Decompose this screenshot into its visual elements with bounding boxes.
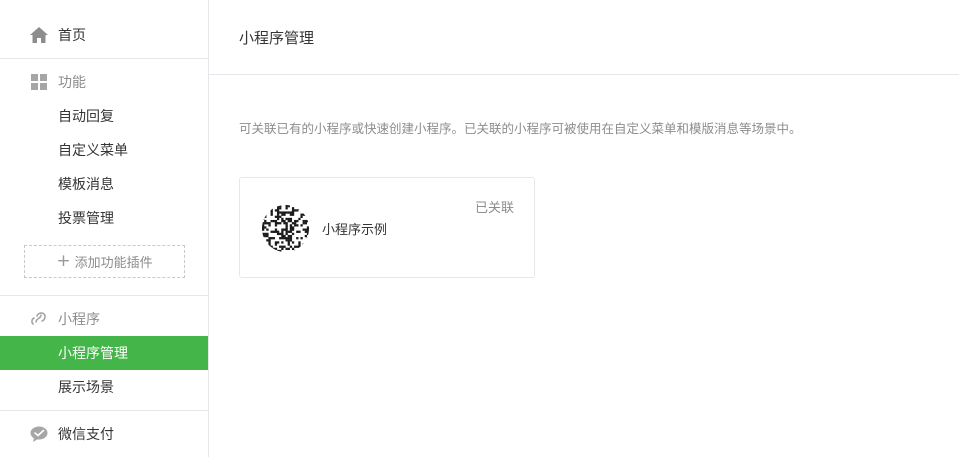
- sidebar-group-label: 小程序: [58, 312, 100, 328]
- status-badge: 已关联: [474, 201, 514, 216]
- qr-code-icon: [262, 205, 309, 252]
- page-description: 可关联已有的小程序或快速创建小程序。已关联的小程序可被使用在自定义菜单和模版消息…: [239, 121, 802, 136]
- sidebar-item-label: 自动回复: [58, 109, 114, 125]
- sidebar-item-label: 小程序管理: [58, 346, 128, 362]
- main-content: 小程序管理 可关联已有的小程序或快速创建小程序。已关联的小程序可被使用在自定义菜…: [209, 0, 959, 457]
- sidebar-group-header-miniprogram: 小程序: [0, 302, 208, 336]
- sidebar-item-custom-menu[interactable]: 自定义菜单: [0, 133, 208, 167]
- grid-icon: [30, 73, 48, 91]
- sidebar-item-wechat-pay[interactable]: 微信支付: [0, 417, 208, 451]
- sidebar-item-miniprogram-management[interactable]: 小程序管理: [0, 336, 208, 370]
- sidebar-item-vote-management[interactable]: 投票管理: [0, 201, 208, 235]
- sidebar-item-display-scene[interactable]: 展示场景: [0, 370, 208, 404]
- sidebar-item-auto-reply[interactable]: 自动回复: [0, 99, 208, 133]
- sidebar-divider: [0, 58, 208, 59]
- plus-icon: +: [56, 251, 71, 271]
- add-plugin-label: 添加功能插件: [74, 256, 153, 271]
- sidebar-item-label: 投票管理: [58, 211, 114, 227]
- sidebar-item-label: 展示场景: [58, 380, 114, 396]
- page-title: 小程序管理: [239, 29, 315, 47]
- add-plugin-button[interactable]: + 添加功能插件: [24, 245, 185, 278]
- sidebar-divider: [0, 295, 208, 296]
- link-icon: [30, 310, 48, 328]
- home-icon: [30, 26, 48, 44]
- sidebar-group-label: 功能: [58, 75, 86, 91]
- sidebar-group-miniprogram: 小程序 小程序管理 展示场景: [0, 302, 208, 404]
- sidebar-item-template-message[interactable]: 模板消息: [0, 167, 208, 201]
- sidebar-group-functions: 功能 自动回复 自定义菜单 模板消息 投票管理: [0, 65, 208, 235]
- sidebar-item-label: 微信支付: [58, 427, 114, 443]
- sidebar-item-label: 模板消息: [58, 177, 114, 193]
- miniprogram-name: 小程序示例: [322, 223, 388, 238]
- sidebar: 首页 功能 自动回复 自定义菜单 模板消息 投票管理 + 添加功能插件 小程序 …: [0, 0, 209, 457]
- sidebar-group-header-functions: 功能: [0, 65, 208, 99]
- sidebar-divider: [0, 410, 208, 411]
- miniprogram-card[interactable]: 已关联 小程序示例: [239, 177, 535, 278]
- wechat-pay-icon: [30, 425, 48, 443]
- sidebar-item-label: 首页: [58, 28, 86, 44]
- sidebar-item-home[interactable]: 首页: [0, 18, 208, 52]
- header-divider: [209, 74, 959, 75]
- sidebar-item-label: 自定义菜单: [58, 143, 128, 159]
